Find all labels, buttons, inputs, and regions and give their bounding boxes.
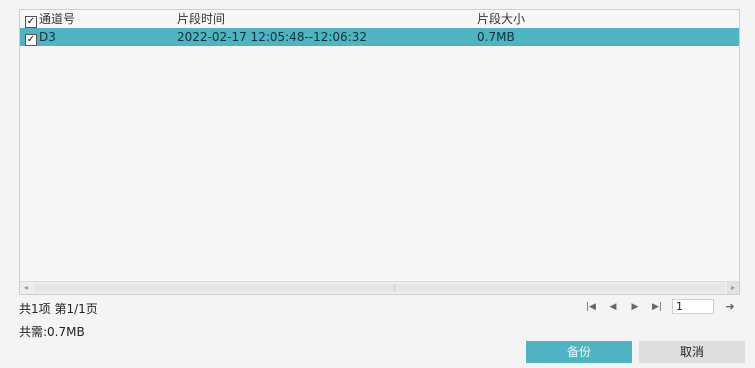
file-list-panel: ✓ 通道号 片段时间 片段大小 ✓ D3 2022-02-17 12:05:48--…: [19, 9, 740, 295]
scrollbar-thumb[interactable]: [34, 284, 725, 292]
header-channel-cell: ✓ 通道号: [25, 10, 75, 28]
backup-button[interactable]: 备份: [526, 341, 632, 363]
scroll-right-icon[interactable]: ▸: [727, 282, 739, 294]
header-time-label: 片段时间: [177, 12, 226, 26]
row-checkbox[interactable]: ✓: [25, 34, 37, 46]
row-size: 0.7MB: [477, 30, 515, 44]
table-header: ✓ 通道号 片段时间 片段大小: [20, 10, 739, 28]
row-channel: D3: [39, 30, 56, 44]
total-needed: 共需:0.7MB: [19, 325, 85, 339]
go-arrow-icon[interactable]: ➜: [722, 300, 738, 314]
skip-last-icon[interactable]: ▶|: [650, 300, 664, 314]
horizontal-scrollbar[interactable]: ◂ ▸: [20, 281, 739, 294]
header-channel-label: 通道号: [39, 12, 76, 26]
table-row[interactable]: ✓ D3 2022-02-17 12:05:48--12:06:32 0.7MB: [20, 28, 739, 46]
header-size-label: 片段大小: [477, 12, 526, 26]
row-channel-cell: ✓ D3: [25, 28, 56, 46]
page-summary: 共1项 第1/1页: [19, 302, 98, 316]
row-time: 2022-02-17 12:05:48--12:06:32: [177, 30, 368, 44]
page-number-input[interactable]: [672, 299, 714, 314]
cancel-button[interactable]: 取消: [639, 341, 745, 363]
select-all-checkbox[interactable]: ✓: [25, 16, 37, 28]
next-icon[interactable]: ▶: [628, 300, 642, 314]
skip-first-icon[interactable]: |◀: [584, 300, 598, 314]
scroll-left-icon[interactable]: ◂: [20, 282, 32, 294]
prev-icon[interactable]: ◀: [606, 300, 620, 314]
